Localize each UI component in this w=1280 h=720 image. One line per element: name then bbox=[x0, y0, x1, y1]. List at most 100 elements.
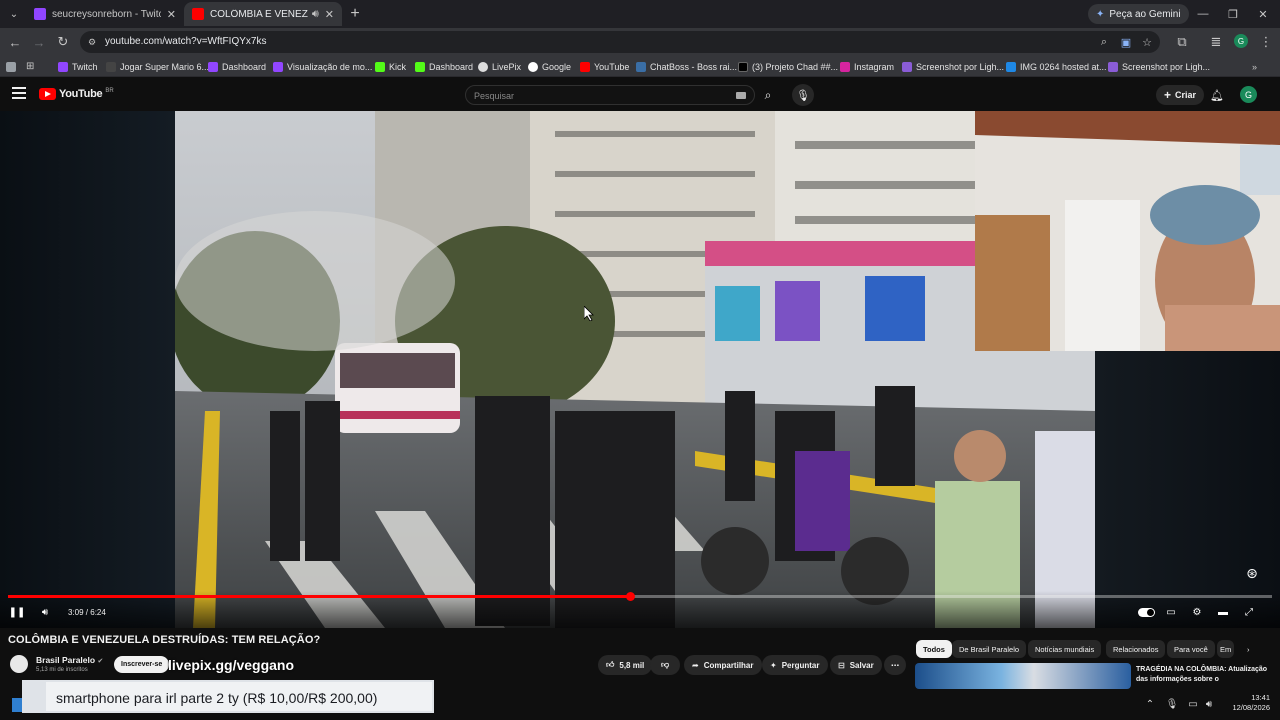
restore-window-button[interactable]: ❐ bbox=[1218, 4, 1248, 24]
site-info-icon[interactable]: ⚙︎ bbox=[86, 36, 98, 48]
progress-scrubber[interactable] bbox=[625, 592, 635, 601]
account-avatar[interactable]: G bbox=[1240, 86, 1257, 103]
chip-partial[interactable]: Em bbox=[1217, 640, 1234, 658]
close-window-button[interactable]: ✕ bbox=[1248, 4, 1278, 24]
google-icon bbox=[528, 61, 538, 72]
video-player[interactable]: ❚❚ 🔊︎ 3:09 / 6:24 ▭ ⚙︎ ▬ ⤢ ⊛ bbox=[0, 111, 1280, 628]
video-title: COLÔMBIA E VENEZUELA DESTRUÍDAS: TEM REL… bbox=[8, 634, 321, 646]
profile-avatar[interactable]: G bbox=[1234, 34, 1248, 48]
notifications-bell-icon[interactable]: 🔔︎ bbox=[1208, 86, 1226, 104]
bookmark-livepix[interactable]: LivePix bbox=[478, 59, 521, 74]
related-video-title[interactable]: TRAGÉDIA NA COLÔMBIA: Atualização das in… bbox=[1136, 665, 1276, 685]
bookmark-twitch[interactable]: Twitch bbox=[58, 59, 98, 74]
like-button[interactable]: 👍︎ 5,8 mil bbox=[598, 655, 653, 675]
reload-icon[interactable]: ↻ bbox=[53, 32, 73, 52]
new-tab-button[interactable]: + bbox=[345, 4, 365, 24]
bookmark-google[interactable]: Google bbox=[528, 59, 571, 74]
miniplayer-icon[interactable]: ⊛ bbox=[1242, 565, 1262, 581]
bookmark-img-0264[interactable]: IMG 0264 hosted at... bbox=[1006, 59, 1107, 74]
search-button[interactable]: ⌕ bbox=[757, 85, 779, 105]
bookmark-kick[interactable]: Kick bbox=[375, 59, 406, 74]
taskbar-clock[interactable]: 13:41 12/08/2026 bbox=[1226, 693, 1270, 713]
tray-display-icon[interactable]: ▭ bbox=[1186, 697, 1200, 711]
gemini-label: Peça ao Gemini bbox=[1109, 8, 1181, 20]
twitch-favicon-icon bbox=[34, 8, 46, 20]
voice-search-button[interactable]: 🎙︎ bbox=[792, 84, 814, 106]
bookmark-screenshot-1[interactable]: Screenshot por Ligh... bbox=[902, 59, 1004, 74]
twitch-icon bbox=[208, 61, 218, 72]
tab-twitch[interactable]: seucreysonreborn - Twitch ✕ bbox=[26, 2, 184, 26]
chip-relacionados[interactable]: Relacionados bbox=[1106, 640, 1166, 658]
chips-next-chevron-icon[interactable]: › bbox=[1240, 640, 1257, 658]
hamburger-menu-icon[interactable] bbox=[12, 87, 26, 99]
mario-icon bbox=[106, 61, 116, 72]
youtube-play-logo-icon bbox=[39, 88, 56, 100]
extensions-icon[interactable]: ⧉ bbox=[1172, 32, 1192, 52]
bookmark-dashboard-twitch[interactable]: Dashboard bbox=[208, 59, 266, 74]
save-button[interactable]: ⊟ Salvar bbox=[830, 655, 882, 675]
more-bookmarks-chevron-icon[interactable]: » bbox=[1252, 59, 1257, 74]
ask-button[interactable]: ✦ Perguntar bbox=[762, 655, 828, 675]
dislike-button[interactable]: 👎︎ bbox=[650, 655, 680, 675]
youtube-logo[interactable]: YouTube BR bbox=[39, 88, 114, 100]
browser-menu-icon[interactable]: ⋮ bbox=[1256, 32, 1276, 52]
subtitles-button[interactable]: ▭ bbox=[1163, 605, 1179, 619]
bookmark-screenshot-2[interactable]: Screenshot por Ligh... bbox=[1108, 59, 1210, 74]
zoom-icon[interactable]: ⌕ bbox=[1097, 35, 1111, 49]
video-frame[interactable] bbox=[175, 111, 1095, 628]
fullscreen-button[interactable]: ⤢ bbox=[1241, 605, 1257, 619]
tab-search-chevron-icon[interactable]: ⌄ bbox=[4, 4, 24, 24]
tab-youtube[interactable]: COLÔMBIA E VENEZUELA D 🔊︎ ✕ bbox=[184, 2, 342, 26]
chip-de-brasil-paralelo[interactable]: De Brasil Paralelo bbox=[952, 640, 1027, 658]
bookmark-youtube[interactable]: YouTube bbox=[580, 59, 629, 74]
all-bookmarks-grid-icon[interactable]: ⊞ bbox=[26, 59, 34, 74]
share-button[interactable]: ➦ Compartilhar bbox=[684, 655, 762, 675]
keyboard-icon[interactable] bbox=[736, 92, 746, 99]
forward-arrow-icon[interactable]: → bbox=[29, 32, 49, 52]
apps-icon[interactable] bbox=[6, 59, 16, 74]
windows-start-icon[interactable] bbox=[12, 698, 22, 712]
gemini-button[interactable]: ✦ Peça ao Gemini bbox=[1088, 4, 1189, 24]
back-arrow-icon[interactable]: ← bbox=[5, 32, 25, 52]
create-button[interactable]: + Criar bbox=[1156, 85, 1205, 105]
bookmark-star-icon[interactable]: ☆ bbox=[1140, 35, 1154, 49]
thumbs-down-icon: 👎︎ bbox=[660, 660, 670, 669]
ambient-glow-right bbox=[1094, 351, 1280, 628]
bookmark-super-mario[interactable]: Jogar Super Mario 6... bbox=[106, 59, 209, 74]
speaker-icon[interactable]: 🔊︎ bbox=[312, 8, 319, 21]
chip-noticias-mundiais[interactable]: Notícias mundiais bbox=[1028, 640, 1102, 658]
pause-button[interactable]: ❚❚ bbox=[9, 605, 26, 619]
settings-button[interactable]: ⚙︎ bbox=[1189, 605, 1205, 619]
country-code: BR bbox=[105, 88, 114, 94]
stream-overlay-url: livepix.gg/veggano bbox=[168, 657, 295, 673]
related-video-thumbnail[interactable] bbox=[915, 663, 1131, 689]
url-text[interactable]: youtube.com/watch?v=WftFIQYx7ks bbox=[105, 36, 266, 47]
chip-todos[interactable]: Todos bbox=[916, 640, 952, 658]
bookmark-visualizacao[interactable]: Visualização de mo... bbox=[273, 59, 372, 74]
close-tab-icon[interactable]: ✕ bbox=[167, 8, 176, 21]
lightshot-feather-icon bbox=[902, 61, 912, 72]
bookmark-dashboard-kick[interactable]: Dashboard bbox=[415, 59, 473, 74]
theater-mode-button[interactable]: ▬ bbox=[1215, 605, 1231, 619]
channel-avatar[interactable] bbox=[10, 655, 28, 673]
autoplay-toggle[interactable] bbox=[1136, 605, 1156, 619]
chip-para-voce[interactable]: Para você bbox=[1167, 640, 1215, 658]
donation-goal-text: smartphone para irl parte 2 ty (R$ 10,00… bbox=[56, 690, 378, 706]
tray-chevron-icon[interactable]: ⌃ bbox=[1144, 697, 1156, 711]
progress-bar[interactable] bbox=[8, 592, 1272, 601]
bookmark-chatboss[interactable]: ChatBoss - Boss rai... bbox=[636, 59, 737, 74]
address-bar[interactable]: ⚙︎ youtube.com/watch?v=WftFIQYx7ks ⌕ ▣ ☆ bbox=[80, 31, 1160, 53]
bookmark-instagram[interactable]: Instagram bbox=[840, 59, 894, 74]
tray-volume-icon[interactable]: 🔊︎ bbox=[1202, 697, 1216, 711]
cast-icon[interactable]: ▣ bbox=[1119, 35, 1133, 49]
channel-name[interactable]: Brasil Paralelo ✔ bbox=[36, 655, 103, 665]
more-actions-button[interactable]: ⋯ bbox=[884, 655, 906, 675]
volume-button[interactable]: 🔊︎ bbox=[37, 605, 53, 619]
close-tab-icon[interactable]: ✕ bbox=[325, 8, 334, 21]
bookmark-projeto-chad[interactable]: (3) Projeto Chad ##... bbox=[738, 59, 838, 74]
subscribe-button[interactable]: Inscrever-se bbox=[114, 656, 170, 673]
reading-list-icon[interactable]: ≣ bbox=[1206, 32, 1226, 52]
minimize-window-button[interactable]: — bbox=[1188, 4, 1218, 24]
search-input[interactable] bbox=[474, 89, 724, 102]
tray-mic-icon[interactable]: 🎙︎ bbox=[1166, 697, 1179, 711]
